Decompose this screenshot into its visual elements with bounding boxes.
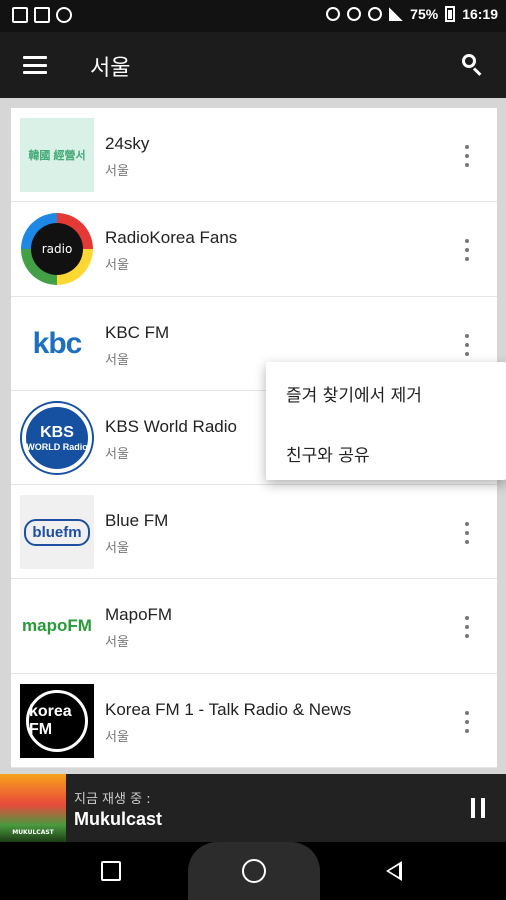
station-item[interactable]: 韓國 經營서 24sky 서울 — [11, 108, 497, 203]
more-options-icon[interactable] — [463, 145, 471, 167]
station-item[interactable]: mapoFM MapoFM 서울 — [11, 579, 497, 674]
station-logo: kbc — [32, 326, 83, 360]
battery-icon — [445, 6, 456, 22]
more-options-icon[interactable] — [463, 522, 471, 545]
remove-favorite-menu-item[interactable]: 즐겨 찾기에서 제거 — [286, 381, 422, 406]
notification-icon — [12, 7, 28, 23]
blocked-icon — [56, 7, 72, 23]
station-name: 24sky — [105, 134, 150, 153]
signal-icon — [389, 7, 404, 21]
station-location: 서울 — [105, 164, 129, 179]
station-location: 서울 — [105, 729, 129, 745]
station-name: Blue FM — [105, 511, 169, 531]
station-name: KBS World Radio — [105, 416, 237, 436]
station-location: 서울 — [105, 541, 129, 557]
clock: 16:19 — [462, 6, 498, 22]
station-item[interactable]: radio RadioKorea Fans 서울 — [11, 202, 497, 297]
album-art: MUKULCAST — [0, 774, 66, 842]
station-item[interactable]: korea FM Korea FM 1 - Talk Radio & News … — [11, 674, 497, 769]
station-name: MapoFM — [105, 605, 173, 625]
station-location: 서울 — [105, 446, 129, 462]
alarm-icon — [347, 7, 362, 21]
station-logo: radio — [20, 212, 94, 287]
station-location: 서울 — [105, 635, 129, 651]
now-playing-title: Mukulcast — [74, 809, 163, 829]
image-icon — [34, 7, 50, 23]
mute-icon — [326, 7, 341, 21]
now-playing-label: 지금 재생 중 : — [74, 792, 151, 807]
status-bar: 75% 16:19 — [0, 0, 506, 32]
station-item[interactable]: bluefm Blue FM 서울 — [11, 485, 497, 580]
more-options-icon[interactable] — [463, 239, 471, 262]
pause-icon[interactable] — [471, 798, 485, 818]
home-icon[interactable] — [242, 859, 266, 883]
app-bar: 서울 — [0, 32, 506, 98]
more-options-icon[interactable] — [463, 333, 471, 356]
share-menu-item[interactable]: 친구와 공유 — [286, 441, 370, 466]
station-location: 서울 — [105, 258, 129, 274]
station-name: KBC FM — [105, 322, 170, 342]
navigation-bar — [0, 842, 506, 900]
more-options-icon[interactable] — [463, 710, 471, 733]
station-logo: KBS WORLD Radio — [20, 401, 94, 475]
station-logo: mapoFM — [22, 616, 92, 636]
station-logo: bluefm — [20, 495, 94, 570]
station-logo: 韓國 經營서 — [20, 118, 94, 192]
page-title: 서울 — [90, 56, 131, 81]
search-icon[interactable] — [462, 54, 482, 76]
station-location: 서울 — [105, 352, 129, 368]
station-name: Korea FM 1 - Talk Radio & News — [105, 699, 352, 719]
recents-icon[interactable] — [101, 861, 121, 881]
more-options-icon[interactable] — [463, 616, 471, 639]
menu-icon[interactable] — [23, 56, 47, 74]
now-playing-bar[interactable]: MUKULCAST 지금 재생 중 : Mukulcast — [0, 774, 506, 842]
station-name: RadioKorea Fans — [105, 228, 238, 248]
battery-percent: 75% — [410, 6, 439, 22]
station-context-menu: 즐겨 찾기에서 제거 친구와 공유 — [266, 362, 506, 480]
back-icon[interactable] — [386, 861, 402, 881]
station-logo: korea FM — [20, 683, 94, 758]
wifi-icon — [368, 7, 383, 21]
